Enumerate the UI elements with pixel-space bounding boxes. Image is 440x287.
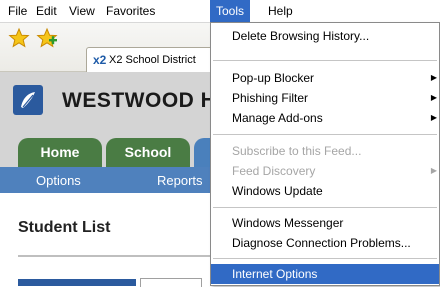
subnav-reports[interactable]: Reports — [157, 173, 203, 188]
menu-item-label: Subscribe to this Feed... — [232, 144, 362, 158]
menu-item-internet-options[interactable]: Internet Options — [211, 264, 439, 284]
school-logo-icon — [13, 85, 43, 115]
chevron-right-icon: ▶ — [430, 166, 437, 175]
menu-separator — [213, 60, 437, 61]
menu-item-feed-discovery: Feed Discovery ▶ — [211, 161, 439, 181]
menu-view[interactable]: View — [69, 4, 95, 18]
subnav-options[interactable]: Options — [36, 173, 81, 188]
add-favorite-star-icon[interactable] — [36, 27, 58, 49]
chevron-right-icon: ▶ — [430, 113, 437, 122]
menu-item-label: Pop-up Blocker — [232, 71, 315, 85]
menu-separator — [213, 258, 437, 259]
menu-file[interactable]: File — [8, 4, 27, 18]
menu-item-label: Manage Add-ons — [232, 111, 323, 125]
list-header-bar — [18, 279, 136, 286]
site-favicon: x2 — [93, 53, 107, 67]
menu-item-label: Internet Options — [232, 267, 318, 281]
browser-tab[interactable]: x2 X2 School District — [86, 47, 218, 72]
menu-item-popup-blocker[interactable]: Pop-up Blocker ▶ — [211, 68, 439, 88]
menu-item-label: Phishing Filter — [232, 91, 309, 105]
menu-item-delete-history[interactable]: Delete Browsing History... — [211, 26, 439, 46]
menu-tools[interactable]: Tools — [210, 0, 251, 22]
chevron-right-icon: ▶ — [430, 73, 437, 82]
school-name: WESTWOOD H — [62, 89, 217, 112]
menu-bar: File Edit View Favorites Tools Help — [0, 0, 440, 23]
star-icon[interactable] — [8, 27, 30, 49]
menu-separator — [213, 207, 437, 208]
page-title: Student List — [18, 219, 111, 236]
menu-item-label: Delete Browsing History... — [232, 29, 370, 43]
menu-help[interactable]: Help — [268, 4, 293, 18]
menu-item-diagnose[interactable]: Diagnose Connection Problems... — [211, 233, 439, 253]
menu-item-windows-update[interactable]: Windows Update — [211, 181, 439, 201]
menu-item-subscribe-feed: Subscribe to this Feed... — [211, 141, 439, 161]
menu-separator — [213, 134, 437, 135]
menu-item-label: Windows Messenger — [232, 216, 344, 230]
menu-item-label: Windows Update — [232, 184, 323, 198]
menu-item-label: Feed Discovery — [232, 164, 316, 178]
menu-item-manage-addons[interactable]: Manage Add-ons ▶ — [211, 108, 439, 128]
tab-school[interactable]: School — [106, 138, 190, 167]
chevron-right-icon: ▶ — [430, 93, 437, 102]
tools-menu: Delete Browsing History... Pop-up Blocke… — [210, 22, 440, 286]
menu-item-label: Diagnose Connection Problems... — [232, 236, 411, 250]
tab-title: X2 School District — [109, 54, 196, 66]
menu-favorites[interactable]: Favorites — [106, 4, 155, 18]
menu-item-windows-messenger[interactable]: Windows Messenger — [211, 213, 439, 233]
menu-edit[interactable]: Edit — [36, 4, 57, 18]
tab-home[interactable]: Home — [18, 138, 102, 167]
menu-item-phishing-filter[interactable]: Phishing Filter ▶ — [211, 88, 439, 108]
